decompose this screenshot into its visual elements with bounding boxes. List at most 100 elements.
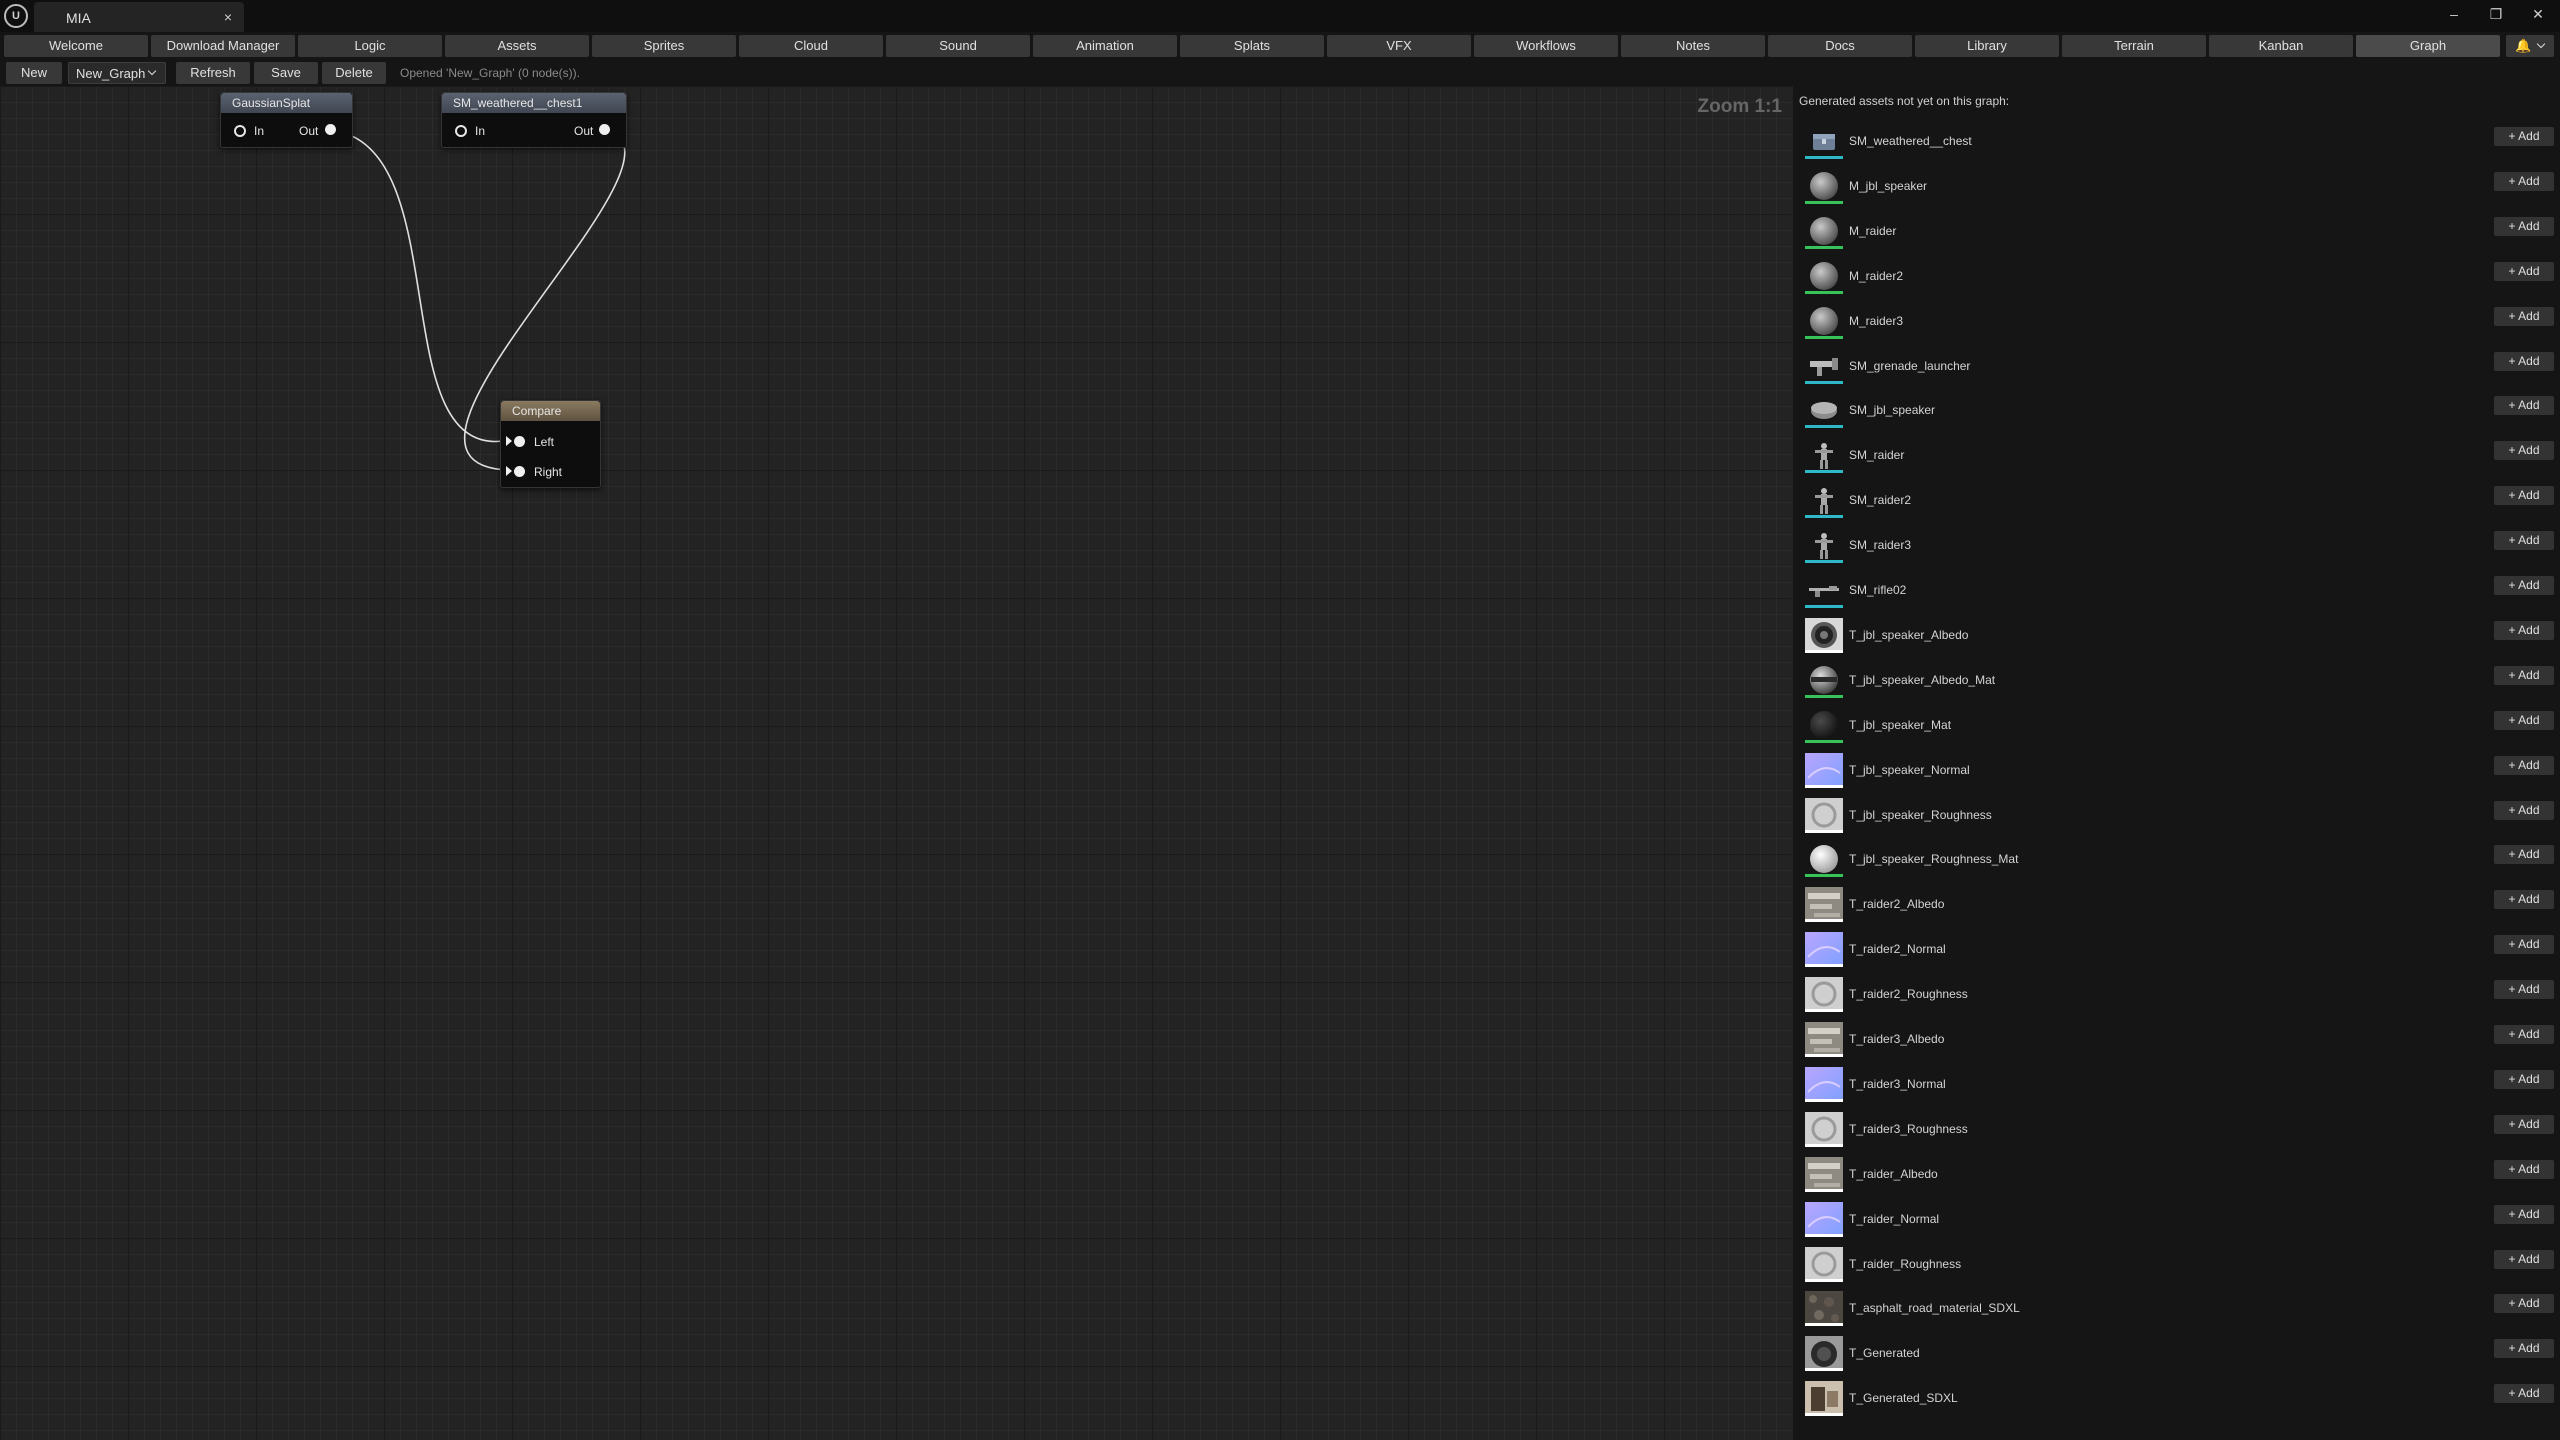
- input-pin-label: In: [254, 124, 265, 138]
- normal-map-icon: [1805, 1201, 1843, 1237]
- status-message: Opened 'New_Graph' (0 node(s)).: [400, 66, 581, 80]
- add-asset-button[interactable]: + Add: [2494, 1025, 2554, 1044]
- node-title: SM_weathered__chest1: [442, 93, 626, 113]
- document-tab[interactable]: MIA ×: [34, 2, 244, 32]
- asset-row: T_jbl_speaker_Albedo_Mat + Add: [1799, 661, 2557, 701]
- tab-cloud[interactable]: Cloud: [739, 35, 883, 57]
- new-graph-button[interactable]: New: [6, 62, 62, 84]
- asset-row: T_raider3_Roughness + Add: [1799, 1110, 2557, 1150]
- asset-type-underline: [1805, 1368, 1843, 1372]
- input-pin-icon[interactable]: [234, 125, 246, 137]
- add-asset-button[interactable]: + Add: [2494, 665, 2554, 685]
- add-asset-button[interactable]: + Add: [2494, 620, 2554, 640]
- dark-material-icon: [1805, 708, 1843, 743]
- tab-logic[interactable]: Logic: [298, 35, 442, 57]
- add-asset-button[interactable]: + Add: [2494, 800, 2554, 820]
- add-asset-button[interactable]: + Add: [2494, 1204, 2554, 1224]
- add-asset-button[interactable]: + Add: [2494, 1339, 2554, 1359]
- asset-name: M_raider2: [1849, 268, 1904, 283]
- material-sphere-icon: [1805, 169, 1843, 204]
- add-asset-button[interactable]: + Add: [2494, 1159, 2554, 1179]
- output-pin-icon[interactable]: [599, 124, 610, 135]
- right-input-pin-icon[interactable]: [514, 466, 525, 477]
- add-asset-button[interactable]: + Add: [2494, 261, 2554, 281]
- compare-node[interactable]: Compare Left Right: [500, 400, 601, 488]
- close-tab-icon[interactable]: ×: [224, 9, 232, 25]
- add-asset-button[interactable]: + Add: [2494, 576, 2554, 595]
- tab-sound[interactable]: Sound: [886, 35, 1030, 57]
- output-pin-icon[interactable]: [325, 124, 336, 135]
- input-pin-icon[interactable]: [455, 125, 467, 137]
- asset-name: T_asphalt_road_material_SDXL: [1849, 1301, 2020, 1316]
- tab-workflows[interactable]: Workflows: [1474, 35, 1618, 57]
- add-asset-button[interactable]: + Add: [2494, 1294, 2554, 1314]
- add-asset-button[interactable]: + Add: [2494, 710, 2554, 730]
- add-asset-button[interactable]: + Add: [2494, 441, 2554, 461]
- tab-kanban[interactable]: Kanban: [2209, 35, 2353, 57]
- minimize-window-button[interactable]: –: [2436, 2, 2472, 28]
- tab-sprites[interactable]: Sprites: [592, 35, 736, 57]
- tab-animation[interactable]: Animation: [1033, 35, 1177, 57]
- add-asset-button[interactable]: + Add: [2494, 1069, 2554, 1089]
- asset-row: M_raider + Add: [1799, 212, 2557, 252]
- asset-name: SM_raider: [1849, 448, 1905, 463]
- add-asset-button[interactable]: + Add: [2494, 1114, 2554, 1134]
- close-window-button[interactable]: ✕: [2520, 2, 2556, 28]
- asset-name: M_raider3: [1849, 313, 1904, 328]
- asset-type-underline: [1805, 335, 1843, 339]
- title-bar: U MIA × – ❐ ✕: [0, 0, 2560, 32]
- asset-type-underline: [1805, 919, 1843, 923]
- add-asset-button[interactable]: + Add: [2494, 980, 2554, 1000]
- add-asset-button[interactable]: + Add: [2494, 890, 2554, 910]
- asset-type-underline: [1805, 156, 1843, 159]
- add-asset-button[interactable]: + Add: [2494, 935, 2554, 955]
- asset-row: SM_rifle02 + Add: [1799, 571, 2557, 611]
- asset-type-underline: [1805, 560, 1843, 564]
- tab-vfx[interactable]: VFX: [1327, 35, 1471, 57]
- asset-name: T_jbl_speaker_Roughness: [1849, 807, 1992, 822]
- node-title: Compare: [501, 401, 600, 421]
- refresh-button[interactable]: Refresh: [176, 62, 250, 84]
- asset-name: T_Generated: [1849, 1346, 1920, 1361]
- tab-notes[interactable]: Notes: [1621, 35, 1765, 57]
- graph-canvas[interactable]: Zoom 1:1 GaussianSplat In Out SM_weather…: [0, 86, 1792, 1440]
- tab-assets[interactable]: Assets: [445, 35, 589, 57]
- tab-graph[interactable]: Graph: [2356, 35, 2500, 57]
- add-asset-button[interactable]: + Add: [2494, 216, 2554, 236]
- output-pin-label: Out: [299, 124, 319, 138]
- asset-name: T_jbl_speaker_Mat: [1849, 717, 1952, 732]
- tab-download-manager[interactable]: Download Manager: [151, 35, 295, 57]
- notifications-button[interactable]: 🔔: [2506, 35, 2554, 57]
- gaussian-splat-node[interactable]: GaussianSplat In Out: [220, 92, 353, 148]
- add-asset-button[interactable]: + Add: [2494, 171, 2554, 191]
- albedo-texture-icon: [1805, 887, 1843, 923]
- asset-type-underline: [1805, 1413, 1843, 1417]
- save-button[interactable]: Save: [254, 62, 318, 84]
- add-asset-button[interactable]: + Add: [2494, 127, 2554, 146]
- tab-library[interactable]: Library: [1915, 35, 2059, 57]
- restore-window-button[interactable]: ❐: [2478, 2, 2514, 28]
- add-asset-button[interactable]: + Add: [2494, 1249, 2554, 1269]
- add-asset-button[interactable]: + Add: [2494, 396, 2554, 416]
- add-asset-button[interactable]: + Add: [2494, 351, 2554, 371]
- tab-docs[interactable]: Docs: [1768, 35, 1912, 57]
- add-asset-button[interactable]: + Add: [2494, 845, 2554, 865]
- asset-name: T_jbl_speaker_Albedo_Mat: [1849, 672, 1996, 687]
- figure-mesh-icon: [1805, 483, 1843, 519]
- asset-row: T_raider2_Normal + Add: [1799, 930, 2557, 970]
- add-asset-button[interactable]: + Add: [2494, 1384, 2554, 1404]
- add-asset-button[interactable]: + Add: [2494, 531, 2554, 551]
- left-input-pin-icon[interactable]: [514, 436, 525, 447]
- tab-welcome[interactable]: Welcome: [4, 35, 148, 57]
- tab-terrain[interactable]: Terrain: [2062, 35, 2206, 57]
- tab-splats[interactable]: Splats: [1180, 35, 1324, 57]
- add-asset-button[interactable]: + Add: [2494, 306, 2554, 326]
- asset-name: T_raider2_Albedo: [1849, 897, 1945, 912]
- rifle-mesh-icon: [1805, 573, 1843, 608]
- chest-mesh-node[interactable]: SM_weathered__chest1 In Out: [441, 92, 627, 148]
- add-asset-button[interactable]: + Add: [2494, 486, 2554, 506]
- graph-select-dropdown[interactable]: New_Graph: [68, 62, 166, 84]
- asset-type-underline: [1805, 1233, 1843, 1237]
- add-asset-button[interactable]: + Add: [2494, 755, 2554, 775]
- delete-button[interactable]: Delete: [322, 62, 386, 84]
